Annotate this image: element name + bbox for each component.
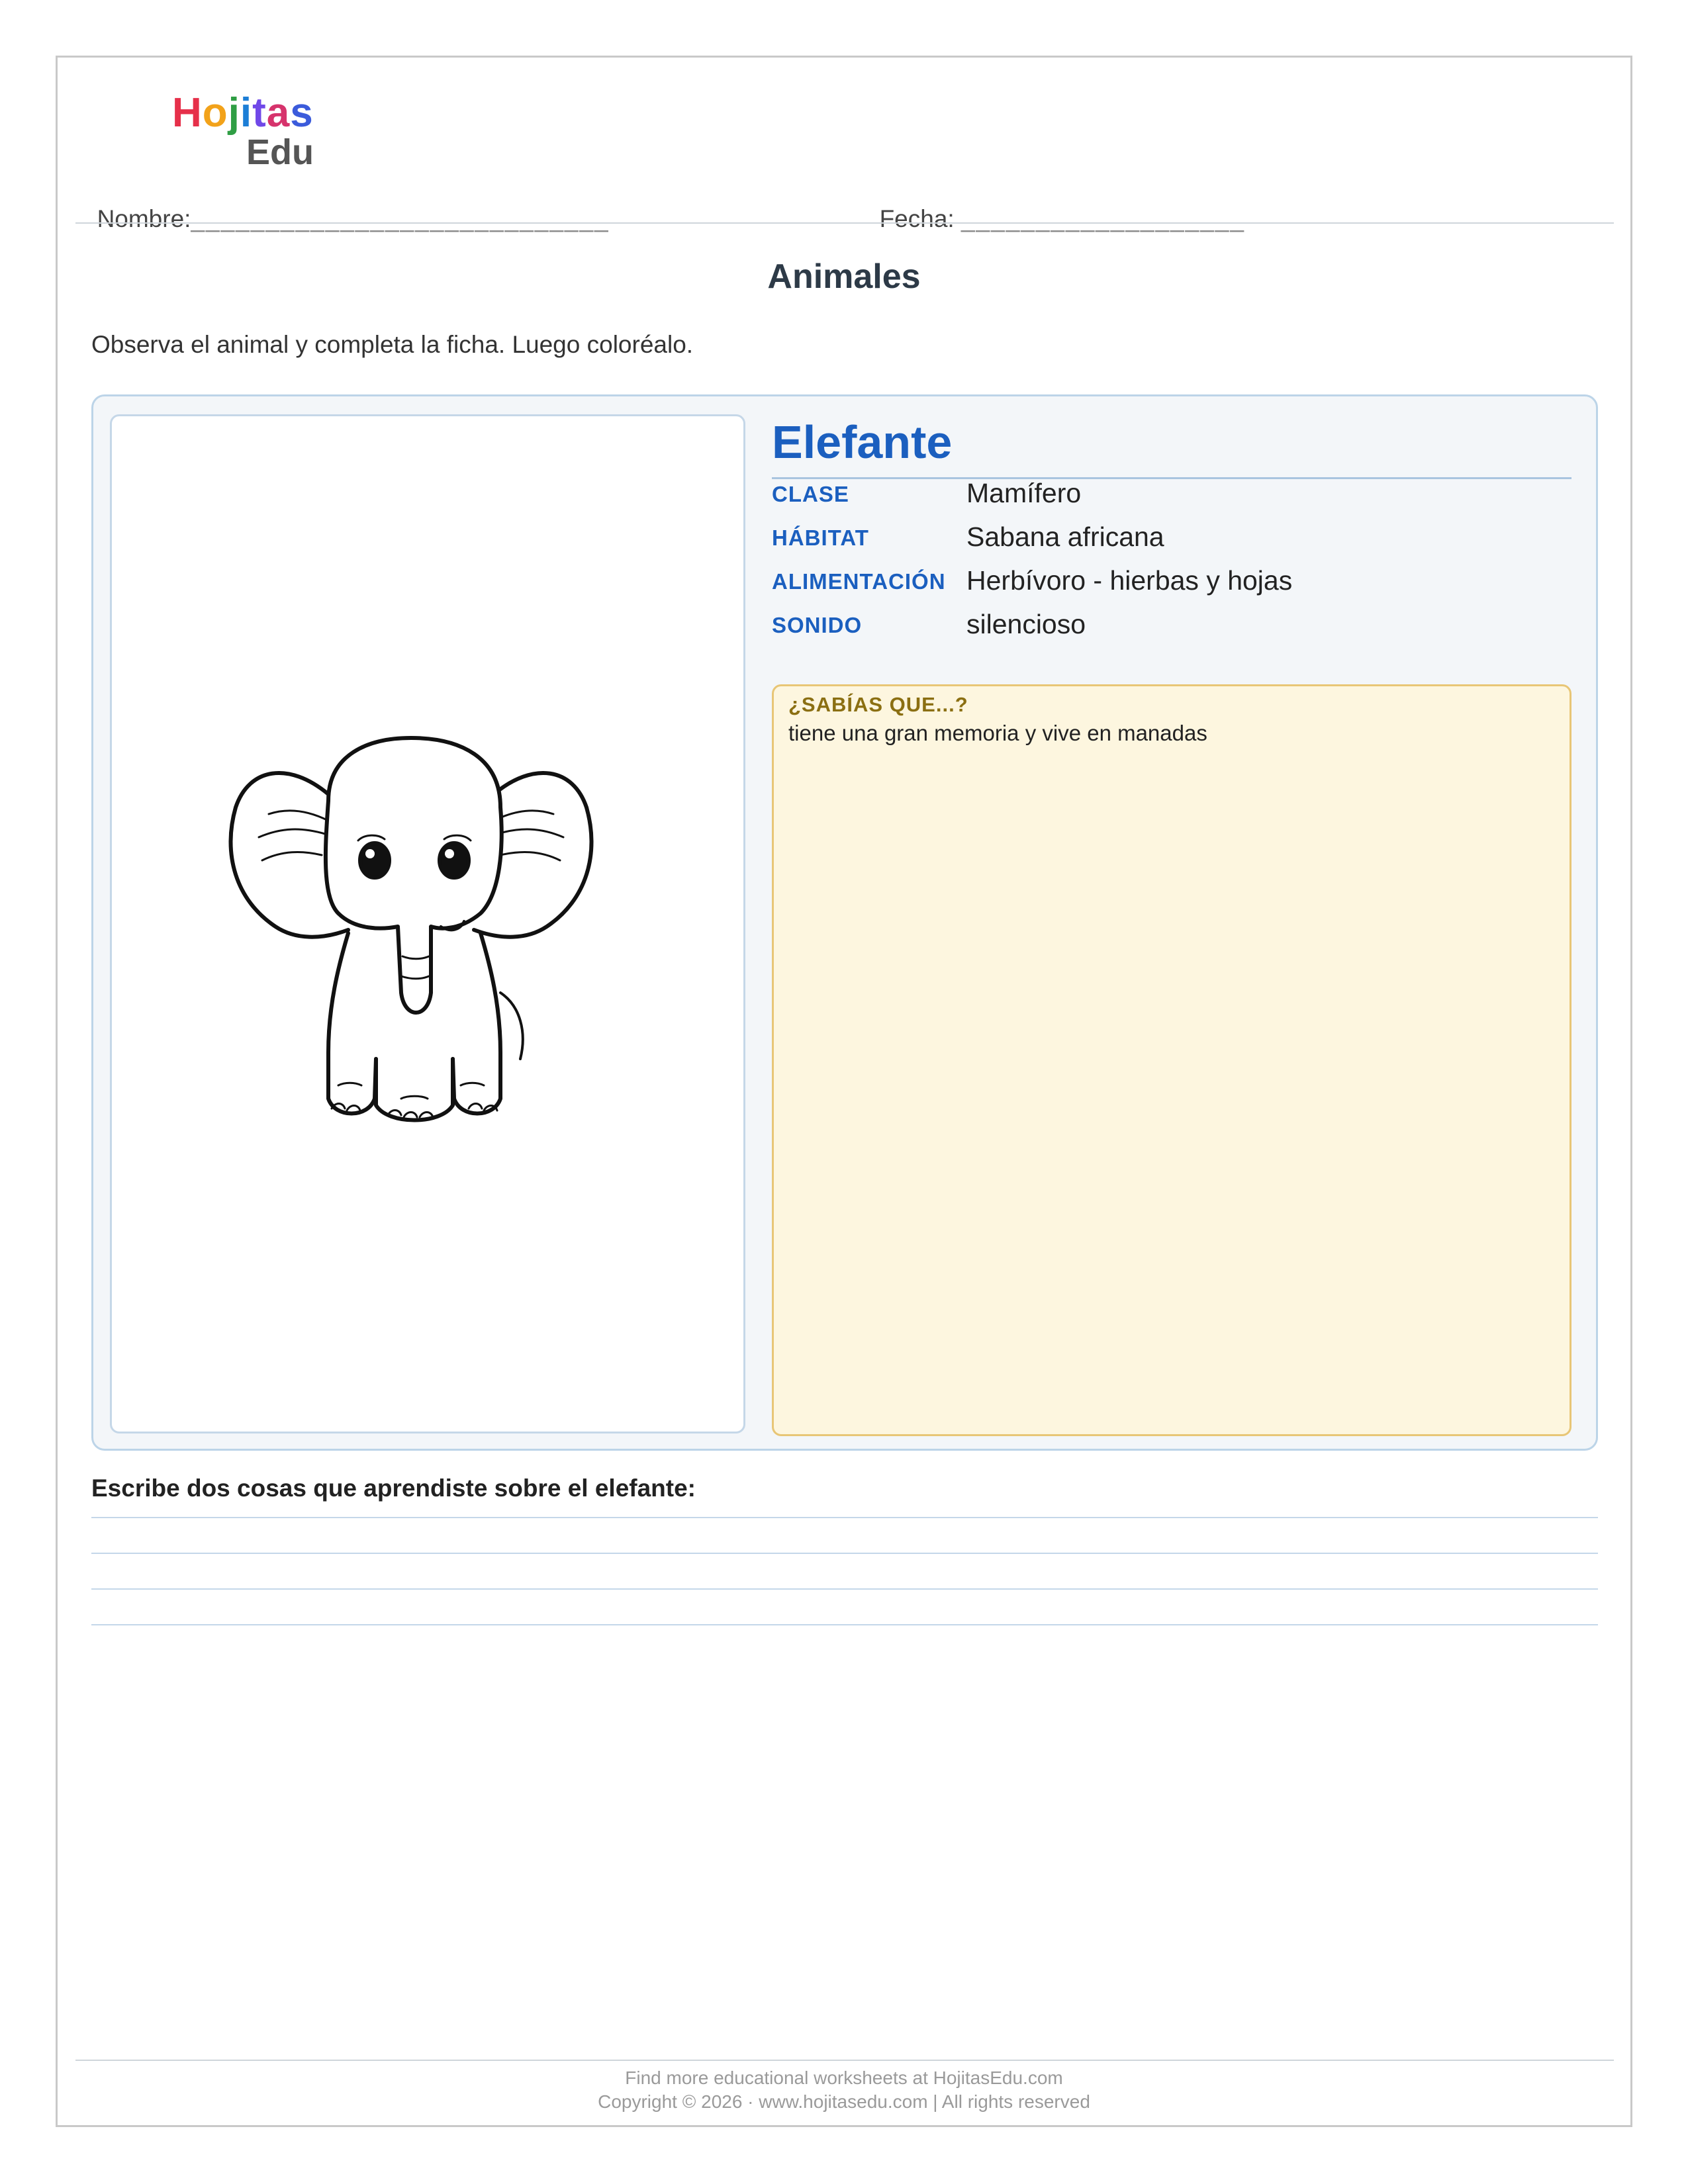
footer-line-2: Copyright © 2026 · www.hojitasedu.com | … — [598, 2091, 1090, 2112]
logo-word-edu: Edu — [246, 132, 314, 172]
writing-line[interactable] — [91, 1588, 1598, 1590]
fact-key: CLASE — [772, 482, 849, 506]
fact-value: Herbívoro - hierbas y hojas — [966, 565, 1293, 596]
fact-row-alimentacion: ALIMENTACIÓN Herbívoro - hierbas y hojas — [772, 565, 1573, 602]
fact-value: Mamífero — [966, 478, 1082, 508]
header-divider — [75, 222, 1614, 224]
name-line[interactable]: ____________________________ — [191, 205, 609, 232]
writing-prompt: Escribe dos cosas que aprendiste sobre e… — [91, 1475, 696, 1502]
date-label: Fecha: — [879, 205, 955, 232]
did-you-know-box: ¿SABÍAS QUE...? tiene una gran memoria y… — [772, 684, 1571, 1436]
logo-word-hojitas: Hojitas — [172, 90, 314, 136]
page-title: Animales — [767, 257, 921, 296]
footer-line-1: Find more educational worksheets at Hoji… — [625, 2068, 1063, 2088]
fact-value: silencioso — [966, 609, 1086, 639]
hojitas-edu-logo: Hojitas Edu — [172, 91, 338, 171]
did-you-know-heading: ¿SABÍAS QUE...? — [788, 693, 968, 716]
date-field[interactable]: Fecha: ___________________ — [866, 177, 1245, 233]
footer-divider — [75, 2060, 1614, 2061]
fact-row-sonido: SONIDO silencioso — [772, 609, 1573, 646]
fact-row-habitat: HÁBITAT Sabana africana — [772, 522, 1573, 559]
fact-key: HÁBITAT — [772, 525, 869, 550]
elephant-coloring-icon — [228, 736, 594, 1122]
name-label: Nombre: — [97, 205, 191, 232]
date-line[interactable]: ___________________ — [961, 205, 1245, 232]
did-you-know-text: tiene una gran memoria y vive en manadas — [788, 721, 1207, 745]
writing-line[interactable] — [91, 1553, 1598, 1554]
writing-line[interactable] — [91, 1517, 1598, 1518]
fact-key: ALIMENTACIÓN — [772, 569, 946, 594]
animal-name: Elefante — [772, 416, 953, 468]
writing-line[interactable] — [91, 1624, 1598, 1625]
instructions: Observa el animal y completa la ficha. L… — [91, 331, 694, 358]
name-field[interactable]: Nombre:____________________________ — [83, 177, 610, 233]
fact-key: SONIDO — [772, 613, 863, 637]
fact-row-clase: CLASE Mamífero — [772, 478, 1573, 515]
fact-value: Sabana africana — [966, 522, 1164, 552]
